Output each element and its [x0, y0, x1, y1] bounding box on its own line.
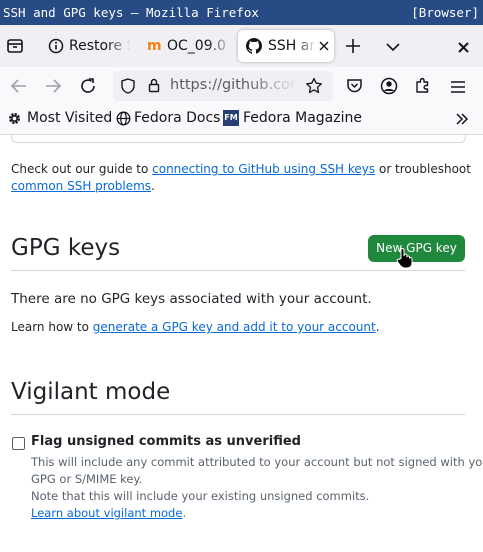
ssh-guide-text: Check out our guide to connecting to Git…: [11, 161, 471, 178]
lock-icon[interactable]: [148, 78, 160, 93]
vigilant-description-line1: This will include any commit attributed …: [31, 455, 483, 469]
bookmark-label: Most Visited: [27, 110, 113, 126]
reload-icon[interactable]: [79, 77, 97, 95]
account-icon[interactable]: [380, 77, 398, 95]
tab-bar: Restore S m OC_09.0 SSH an: [0, 25, 483, 67]
chevron-right-double-icon[interactable]: [455, 112, 469, 126]
gpg-learn-prefix: Learn how to: [11, 320, 93, 334]
pocket-icon[interactable]: [346, 77, 363, 94]
common-ssh-problems-link[interactable]: common SSH problems: [11, 179, 151, 193]
shield-icon[interactable]: [121, 78, 135, 94]
ssh-problems-text: common SSH problems.: [11, 178, 155, 195]
bookmark-fedora-magazine[interactable]: FM Fedora Magazine: [223, 110, 362, 126]
tab-label: SSH an: [268, 38, 316, 54]
tab-label: Restore S: [69, 38, 131, 54]
list-all-tabs-icon[interactable]: [385, 39, 401, 53]
window-badge: [Browser]: [411, 5, 479, 20]
vigilant-mode-heading: Vigilant mode: [11, 379, 171, 405]
ssh-guide-prefix: Check out our guide to: [11, 162, 153, 176]
hand-cursor-icon: [395, 247, 415, 269]
tab-ssh-gpg-keys[interactable]: SSH an: [238, 30, 334, 62]
extensions-icon[interactable]: [414, 76, 432, 94]
url-text[interactable]: https://github.com/: [170, 77, 298, 93]
window-close-icon[interactable]: [457, 39, 470, 53]
fedora-magazine-icon: FM: [223, 110, 239, 126]
bookmarks-toolbar: Most Visited Fedora Docs FM Fedora Magaz…: [0, 105, 483, 135]
generate-gpg-key-link[interactable]: generate a GPG key and add it to your ac…: [93, 320, 376, 334]
window-titlebar: SSH and GPG keys — Mozilla Firefox [Brow…: [0, 0, 483, 25]
bookmark-most-visited[interactable]: Most Visited: [7, 110, 112, 126]
gpg-keys-heading: GPG keys: [11, 235, 121, 261]
vigilant-divider: [11, 414, 465, 415]
bookmark-fedora-docs[interactable]: Fedora Docs: [116, 110, 220, 126]
moodle-favicon-icon: m: [147, 38, 162, 54]
vigilant-note: Note that this will include your existin…: [31, 489, 370, 503]
tab-label: OC_09.0: [167, 38, 226, 54]
navigation-toolbar: https://github.com/: [0, 67, 483, 105]
ssh-problems-suffix: .: [151, 179, 155, 193]
vigilant-description-line2: GPG or S/MIME key.: [31, 472, 143, 486]
github-icon: [246, 38, 262, 54]
tab-restore-session[interactable]: Restore S: [40, 30, 133, 62]
new-gpg-key-button[interactable]: New GPG key: [368, 235, 465, 262]
tab-oc[interactable]: m OC_09.0: [140, 30, 233, 62]
window-title: SSH and GPG keys — Mozilla Firefox: [3, 5, 259, 20]
hamburger-menu-icon[interactable]: [450, 79, 466, 93]
bookmark-star-icon[interactable]: [305, 77, 323, 95]
vigilant-learn-suffix: .: [182, 506, 187, 520]
gpg-empty-message: There are no GPG keys associated with yo…: [11, 291, 372, 307]
flag-unsigned-checkbox[interactable]: [12, 437, 25, 450]
gear-icon: [7, 111, 22, 126]
vigilant-learn-text: Learn about vigilant mode.: [31, 506, 186, 520]
learn-vigilant-mode-link[interactable]: Learn about vigilant mode: [31, 506, 182, 520]
tab-close-icon[interactable]: [318, 40, 330, 52]
gpg-divider: [11, 270, 465, 271]
bookmark-label: Fedora Magazine: [243, 110, 362, 126]
url-bar[interactable]: https://github.com/: [113, 71, 333, 101]
flag-unsigned-label[interactable]: Flag unsigned commits as unverified: [31, 434, 301, 449]
globe-icon: [116, 111, 131, 126]
info-icon: [48, 38, 64, 54]
connecting-ssh-link[interactable]: connecting to GitHub using SSH keys: [152, 162, 375, 176]
firefox-view-icon[interactable]: [6, 37, 24, 55]
ssh-keys-box: [11, 135, 466, 143]
new-tab-icon[interactable]: [345, 38, 361, 54]
gpg-learn-suffix: .: [375, 320, 380, 334]
bookmark-label: Fedora Docs: [134, 110, 221, 126]
gpg-learn-text: Learn how to generate a GPG key and add …: [11, 320, 380, 334]
forward-arrow-icon[interactable]: [44, 78, 62, 94]
back-arrow-icon[interactable]: [10, 78, 28, 94]
page-content: Check out our guide to connecting to Git…: [0, 135, 483, 552]
ssh-guide-middle: or troubleshoot: [375, 162, 471, 176]
